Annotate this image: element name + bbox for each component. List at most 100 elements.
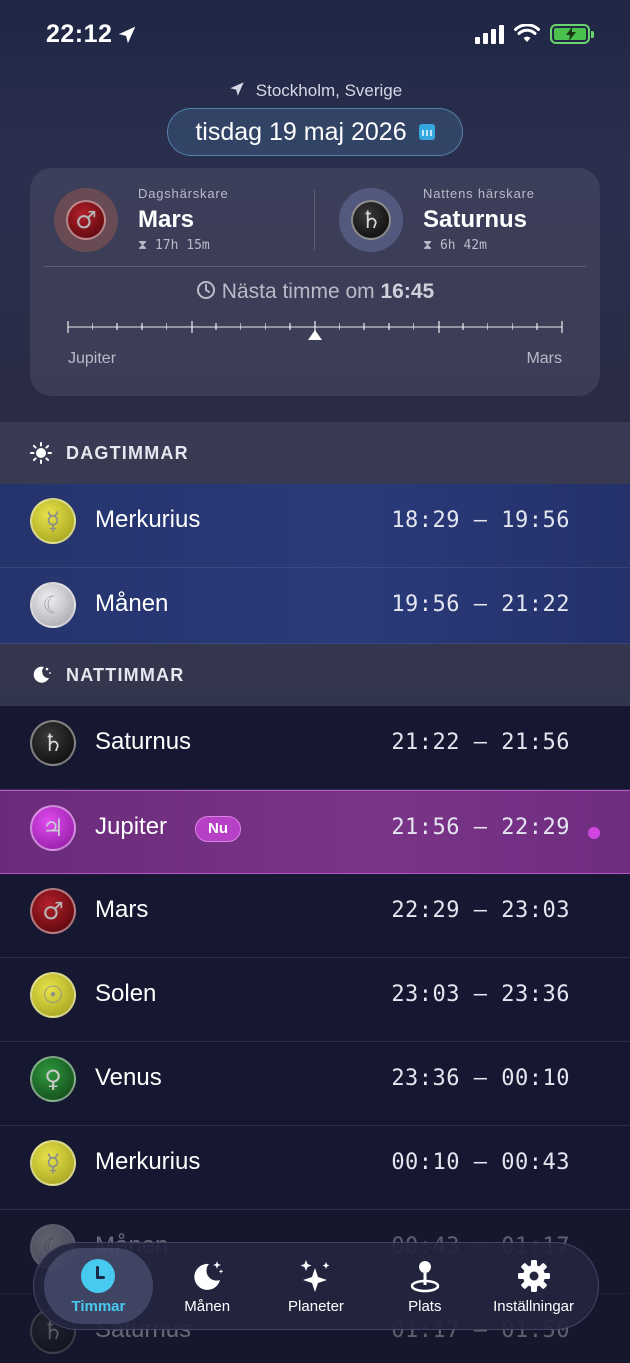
- timeline-tick: [388, 323, 390, 330]
- night-ruler-duration: ⧗ 6h 42m: [423, 238, 487, 253]
- night-hours-title: NATTIMMAR: [66, 664, 185, 685]
- hour-planet-name: Merkurius: [95, 1148, 201, 1175]
- timeline-tick: [116, 323, 118, 330]
- hour-time-range: 19:56 – 21:22: [391, 592, 570, 617]
- next-hour-time: 16:45: [380, 280, 435, 303]
- saturn-badge: ♄: [339, 188, 403, 252]
- timeline-tick: [239, 323, 242, 330]
- timeline-tick: [462, 323, 464, 330]
- day-ruler-caption: Dagshärskare: [138, 186, 229, 201]
- hour-row[interactable]: ♂ Mars 22:29 – 23:03: [0, 874, 630, 958]
- timeline-tick: [264, 323, 267, 330]
- timeline-tick: [165, 323, 168, 330]
- tab-plats[interactable]: Plats: [370, 1248, 479, 1324]
- timeline-tick: [141, 323, 143, 330]
- timeline-tick: [486, 323, 489, 330]
- day-ruler-duration: ⧗ 17h 15m: [138, 238, 210, 253]
- hour-planet-name: Venus: [95, 1064, 162, 1091]
- timeline-tick: [363, 323, 365, 330]
- saturn-icon: ♄: [30, 720, 76, 766]
- mars-icon: ♂: [66, 200, 106, 240]
- hour-time-range: 18:29 – 19:56: [391, 508, 570, 533]
- day-hours-header: DAGTIMMAR: [0, 422, 630, 484]
- day-ruler-name: Mars: [138, 206, 195, 233]
- timeline-tick: [412, 323, 415, 330]
- hour-row[interactable]: ☿ Merkurius 00:10 – 00:43: [0, 1126, 630, 1210]
- hour-time-range: 23:36 – 00:10: [391, 1066, 570, 1091]
- wifi-icon: [514, 24, 540, 42]
- saturn-icon: ♄: [351, 200, 391, 240]
- tab-bar: Timmar Månen Planeter Plats Inställninga…: [33, 1242, 599, 1330]
- date-text: tisdag 19 maj 2026: [195, 117, 407, 146]
- battery-icon: [550, 24, 594, 44]
- hourglass-icon: ⧗: [423, 238, 433, 253]
- hour-time-range: 00:10 – 00:43: [391, 1150, 570, 1175]
- hour-row[interactable]: ☿ Merkurius 18:29 – 19:56: [0, 484, 630, 568]
- status-bar: 22:12: [0, 0, 630, 70]
- timer-icon: [196, 281, 215, 299]
- mars-icon: ♂: [30, 888, 76, 934]
- hour-time-range: 23:03 – 23:36: [391, 982, 570, 1007]
- tab-timmar[interactable]: Timmar: [44, 1248, 153, 1324]
- hour-row[interactable]: ♄ Saturnus 21:22 – 21:56: [0, 706, 630, 790]
- date-picker-button[interactable]: tisdag 19 maj 2026: [167, 108, 463, 156]
- location-arrow-icon: [118, 26, 136, 44]
- sun-icon: [30, 442, 52, 464]
- timeline-tick: [561, 321, 563, 333]
- tab-manen[interactable]: Månen: [153, 1248, 262, 1324]
- timeline-end-label: Mars: [526, 350, 562, 367]
- tab-label: Månen: [184, 1297, 231, 1315]
- mars-badge: ♂: [54, 188, 118, 252]
- current-indicator-dot: [588, 827, 600, 839]
- hour-time-range: 22:29 – 23:03: [391, 898, 570, 923]
- sun-icon: ☉: [30, 972, 76, 1018]
- venus-icon: ♀: [30, 1056, 76, 1102]
- status-indicators: [475, 24, 594, 44]
- tab-label: Plats: [408, 1297, 442, 1315]
- mercury-icon: ☿: [30, 1140, 76, 1186]
- next-hour-countdown: Nästa timme om 16:45: [30, 280, 600, 304]
- location-text: Stockholm, Sverige: [255, 81, 403, 100]
- hour-planet-name: Merkurius: [95, 506, 201, 533]
- now-badge: Nu: [195, 816, 241, 842]
- hour-row-current[interactable]: ♃ Jupiter Nu 21:56 – 22:29: [0, 790, 630, 874]
- day-ruler: ♂ Dagshärskare Mars ⧗ 17h 15m: [30, 168, 315, 266]
- timeline-tick: [190, 321, 193, 333]
- timeline-tick: [289, 323, 291, 330]
- sparkles-icon: [300, 1259, 330, 1292]
- timeline-tick: [67, 321, 69, 333]
- hour-timeline: [67, 320, 563, 344]
- hour-planet-name: Månen: [95, 590, 169, 617]
- rulers-card: ♂ Dagshärskare Mars ⧗ 17h 15m ♄ Nattens …: [30, 168, 600, 396]
- calendar-icon: [418, 124, 435, 140]
- hourglass-icon: ⧗: [138, 238, 148, 253]
- status-time: 22:12: [46, 20, 113, 48]
- hour-planet-name: Jupiter: [95, 813, 168, 840]
- timeline-tick: [338, 323, 341, 330]
- night-ruler-caption: Nattens härskare: [423, 186, 535, 201]
- moon-stars-icon: [30, 664, 52, 686]
- night-ruler: ♄ Nattens härskare Saturnus ⧗ 6h 42m: [315, 168, 600, 266]
- timeline-tick: [536, 323, 538, 330]
- hour-row[interactable]: ♀ Venus 23:36 – 00:10: [0, 1042, 630, 1126]
- tab-planeter[interactable]: Planeter: [262, 1248, 371, 1324]
- timeline-tick: [437, 321, 440, 333]
- timeline-tick: [91, 323, 94, 330]
- clock-icon: [81, 1258, 116, 1293]
- timeline-current-marker: [308, 330, 322, 340]
- tab-label: Inställningar: [493, 1297, 575, 1315]
- tab-installningar[interactable]: Inställningar: [479, 1248, 588, 1324]
- mercury-icon: ☿: [30, 498, 76, 544]
- location-label[interactable]: Stockholm, Sverige: [0, 80, 630, 101]
- tab-label: Timmar: [71, 1297, 126, 1315]
- location-arrow-icon: [230, 82, 244, 96]
- tab-label: Planeter: [288, 1297, 344, 1315]
- gear-icon: [517, 1259, 550, 1292]
- moon-stars-icon: [194, 1260, 224, 1290]
- hour-row[interactable]: ☉ Solen 23:03 – 23:36: [0, 958, 630, 1042]
- night-hours-header: NATTIMMAR: [0, 644, 630, 706]
- hour-planet-name: Mars: [95, 896, 149, 923]
- hour-row[interactable]: ☾ Månen 19:56 – 21:22: [0, 568, 630, 644]
- hour-planet-name: Saturnus: [95, 728, 192, 755]
- day-hours-title: DAGTIMMAR: [66, 442, 189, 463]
